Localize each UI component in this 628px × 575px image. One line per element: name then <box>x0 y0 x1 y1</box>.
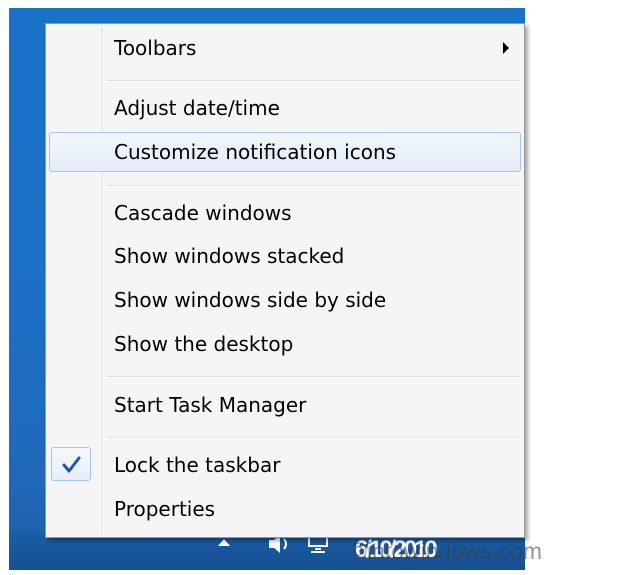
watermark: ©intowindows.com <box>350 538 543 564</box>
screenshot-scene: 6/10/2010 ©intowindows.com Toolbars Adju… <box>0 0 628 575</box>
menu-item-label: Show windows stacked <box>114 244 345 268</box>
tray-arrow-icon[interactable] <box>218 539 230 546</box>
menu-item-label: Start Task Manager <box>114 393 307 417</box>
menu-item-label: Properties <box>114 497 216 521</box>
menu-item-lock-the-taskbar[interactable]: Lock the taskbar <box>49 445 521 485</box>
menu-item-label: Cascade windows <box>114 201 292 225</box>
menu-item-label: Adjust date/time <box>114 96 280 120</box>
menu-item-show-the-desktop[interactable]: Show the desktop <box>49 324 521 364</box>
menu-separator <box>106 80 520 82</box>
menu-item-label: Toolbars <box>114 36 197 60</box>
menu-item-adjust-date-time[interactable]: Adjust date/time <box>49 88 521 128</box>
menu-item-label: Lock the taskbar <box>114 453 281 477</box>
menu-separator <box>106 376 520 378</box>
menu-item-show-windows-stacked[interactable]: Show windows stacked <box>49 236 521 276</box>
checkmark-icon <box>62 456 81 473</box>
menu-item-label: Show windows side by side <box>114 288 387 312</box>
menu-item-label: Show the desktop <box>114 332 294 356</box>
taskbar-context-menu: Toolbars Adjust date/time Customize noti… <box>45 23 525 538</box>
chevron-right-icon <box>503 42 509 54</box>
menu-item-start-task-manager[interactable]: Start Task Manager <box>49 385 521 425</box>
menu-item-toolbars[interactable]: Toolbars <box>49 28 521 68</box>
menu-separator <box>106 437 520 439</box>
menu-item-show-windows-side-by-side[interactable]: Show windows side by side <box>49 280 521 320</box>
menu-separator <box>106 185 520 187</box>
menu-item-cascade-windows[interactable]: Cascade windows <box>49 193 521 233</box>
checkmark-box <box>51 447 91 481</box>
menu-item-customize-notification-icons[interactable]: Customize notification icons <box>49 132 521 172</box>
menu-item-properties[interactable]: Properties <box>49 489 521 529</box>
menu-item-label: Customize notification icons <box>114 140 397 164</box>
